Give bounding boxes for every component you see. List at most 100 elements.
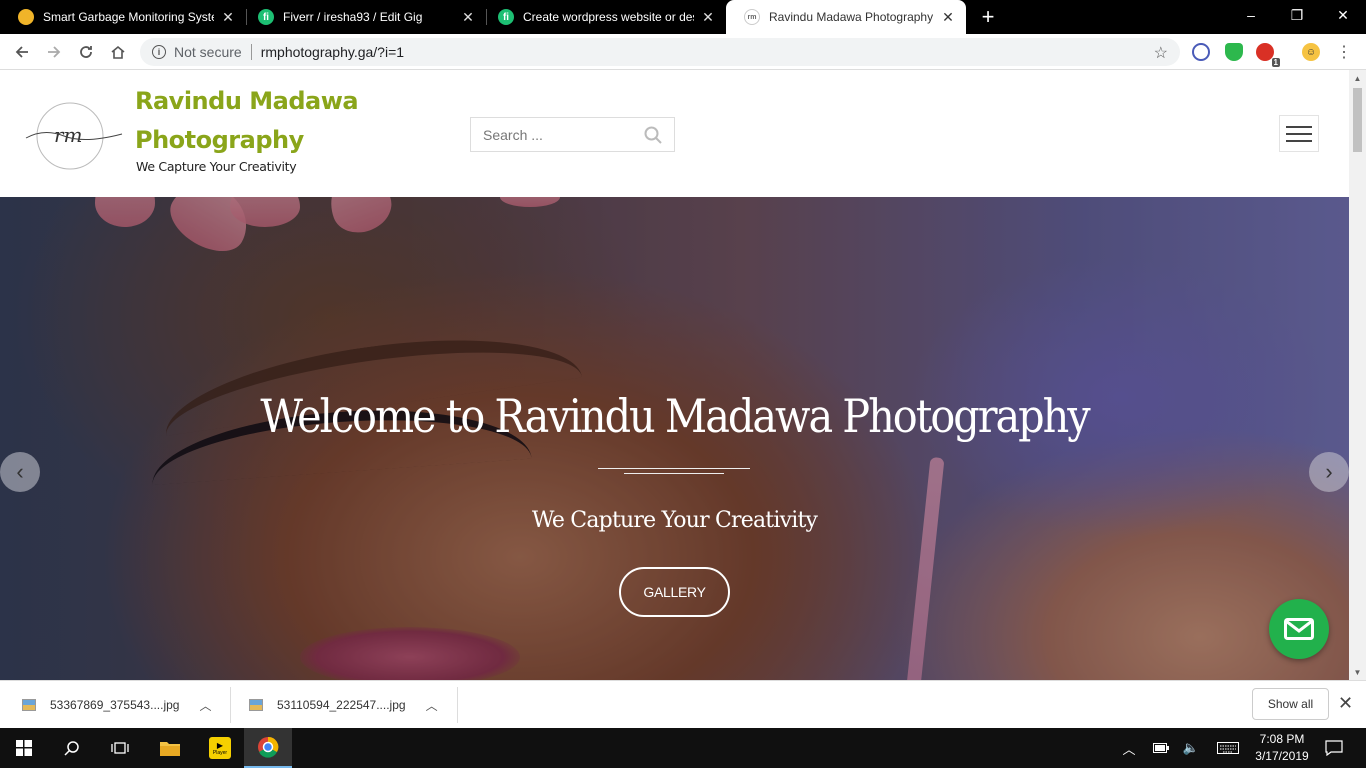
keyboard-shape [1217, 742, 1239, 754]
site-title-line1: Ravindu Madawa [135, 87, 359, 115]
hero-slider: Welcome to Ravindu Madawa Photography We… [0, 197, 1349, 680]
player-app-button[interactable]: ▶ Player [196, 728, 244, 768]
slider-next-button[interactable]: › [1309, 452, 1349, 492]
info-icon[interactable]: i [152, 45, 166, 59]
site-header: rm Ravindu Madawa Photography We Capture… [0, 70, 1349, 197]
tab-create-wordpress[interactable]: fi Create wordpress website or des ✕ [480, 0, 726, 34]
hamburger-line-icon [1286, 132, 1312, 135]
player-icon: ▶ Player [209, 737, 231, 759]
chevron-up-icon[interactable]: ︿ [426, 697, 438, 714]
back-button[interactable] [10, 40, 34, 64]
image-file-icon [249, 699, 263, 711]
task-view-icon [111, 742, 129, 754]
tray-overflow-icon[interactable]: ︿ [1118, 728, 1140, 768]
forward-arrow-icon [48, 46, 61, 58]
tab-title: Ravindu Madawa Photography – [769, 10, 934, 24]
address-bar[interactable]: i Not secure rmphotography.ga/?i=1 ☆ [140, 38, 1180, 66]
player-label: Player [212, 749, 228, 756]
close-window-button[interactable]: ✕ [1320, 0, 1366, 30]
site-title[interactable]: Ravindu Madawa Photography [135, 82, 359, 160]
tab-favicon-icon [18, 9, 34, 25]
download-item[interactable]: 53110594_222547....jpg ︿ [249, 687, 438, 723]
contact-mail-button[interactable] [1269, 599, 1329, 659]
show-all-button[interactable]: Show all [1252, 688, 1329, 720]
task-view-button[interactable] [96, 728, 144, 768]
svg-text:rm: rm [54, 123, 83, 147]
chevron-up-icon[interactable]: ︿ [199, 697, 211, 714]
tab-fiverr-edit-gig[interactable]: fi Fiverr / iresha93 / Edit Gig ✕ [240, 0, 486, 34]
scrollbar-thumb[interactable] [1353, 88, 1362, 152]
windows-logo-icon [16, 740, 32, 756]
shield-extension-icon[interactable] [1225, 43, 1243, 61]
hamburger-line-icon [1286, 125, 1312, 128]
download-divider [457, 687, 458, 723]
slider-prev-button[interactable]: ‹ [0, 452, 40, 492]
search-icon[interactable] [644, 126, 662, 144]
chevron-right-icon: › [1325, 459, 1333, 484]
scroll-down-icon[interactable]: ▼ [1349, 664, 1366, 680]
hero-subtitle: We Capture Your Creativity [531, 508, 818, 533]
volume-icon[interactable]: 🔈 [1180, 728, 1202, 768]
forward-button[interactable] [42, 40, 66, 64]
action-center-shape [1325, 740, 1343, 756]
tab-strip: Smart Garbage Monitoring Syste ✕ fi Five… [0, 0, 1366, 34]
chrome-taskbar-button[interactable] [244, 728, 292, 768]
emoji-extension-icon[interactable]: ☺ [1302, 43, 1320, 61]
new-tab-button[interactable]: + [976, 4, 1000, 29]
bookmark-star-icon[interactable]: ☆ [1154, 43, 1168, 63]
tab-close-icon[interactable]: ✕ [220, 9, 236, 25]
menu-toggle-button[interactable] [1279, 115, 1319, 152]
keyboard-icon[interactable] [1214, 728, 1242, 768]
tab-smart-garbage[interactable]: Smart Garbage Monitoring Syste ✕ [0, 0, 246, 34]
gallery-button[interactable]: GALLERY [619, 567, 730, 617]
page-scrollbar[interactable]: ▲ ▼ [1349, 70, 1366, 680]
fiverr-favicon-icon: fi [258, 9, 274, 25]
battery-shape [1153, 743, 1169, 753]
file-explorer-button[interactable] [146, 728, 194, 768]
download-item[interactable]: 53367869_375543....jpg ︿ [22, 687, 211, 723]
tab-close-icon[interactable]: ✕ [940, 9, 956, 25]
restore-button[interactable]: ❐ [1274, 0, 1320, 30]
site-title-line2: Photography [135, 126, 304, 154]
reload-icon [80, 46, 92, 58]
hero-title: Welcome to Ravindu Madawa Photography [260, 389, 1090, 443]
menu-button[interactable]: ⋮ [1332, 40, 1356, 64]
rm-favicon-icon: rm [744, 9, 760, 25]
tab-close-icon[interactable]: ✕ [460, 9, 476, 25]
tab-title: Create wordpress website or des [523, 10, 694, 24]
folder-icon [160, 742, 180, 756]
hero-divider [624, 473, 724, 474]
rm-logo-icon[interactable]: rm [24, 98, 124, 174]
home-button[interactable] [106, 40, 130, 64]
adblock-extension-icon[interactable]: 1 [1256, 43, 1280, 67]
clock-date: 3/17/2019 [1255, 749, 1309, 763]
search-taskbar-button[interactable] [48, 728, 96, 768]
search-input[interactable]: Search ... [470, 117, 675, 152]
download-filename: 53110594_222547....jpg [277, 698, 406, 712]
tab-ravindu-photography[interactable]: rm Ravindu Madawa Photography – ✕ [726, 0, 966, 34]
image-file-icon [22, 699, 36, 711]
hamburger-line-icon [1286, 139, 1312, 142]
download-divider [230, 687, 231, 723]
notifications-icon[interactable] [1320, 728, 1348, 768]
search-icon [64, 741, 79, 756]
back-arrow-icon [15, 46, 28, 58]
minimize-button[interactable]: – [1228, 0, 1274, 30]
more-vert-icon: ⋮ [1336, 44, 1352, 61]
tab-close-icon[interactable]: ✕ [700, 9, 716, 25]
extension-badge: 1 [1271, 58, 1280, 67]
close-downloads-icon[interactable]: ✕ [1338, 693, 1353, 714]
chevron-left-icon: ‹ [16, 459, 24, 484]
url-text[interactable]: rmphotography.ga/?i=1 [261, 44, 404, 60]
scroll-up-icon[interactable]: ▲ [1349, 70, 1366, 86]
block-extension-icon[interactable] [1192, 43, 1210, 61]
tab-title: Fiverr / iresha93 / Edit Gig [283, 10, 423, 24]
chrome-icon [258, 736, 279, 758]
start-button[interactable] [0, 728, 48, 768]
reload-button[interactable] [74, 40, 98, 64]
browser-toolbar: i Not secure rmphotography.ga/?i=1 ☆ 1 ☺… [0, 34, 1366, 70]
windows-taskbar: ▶ Player ︿ 🔈 7:08 PM 3/17/2019 [0, 728, 1366, 768]
battery-icon[interactable] [1150, 728, 1172, 768]
system-clock[interactable]: 7:08 PM 3/17/2019 [1250, 731, 1314, 765]
security-label: Not secure [174, 44, 242, 60]
